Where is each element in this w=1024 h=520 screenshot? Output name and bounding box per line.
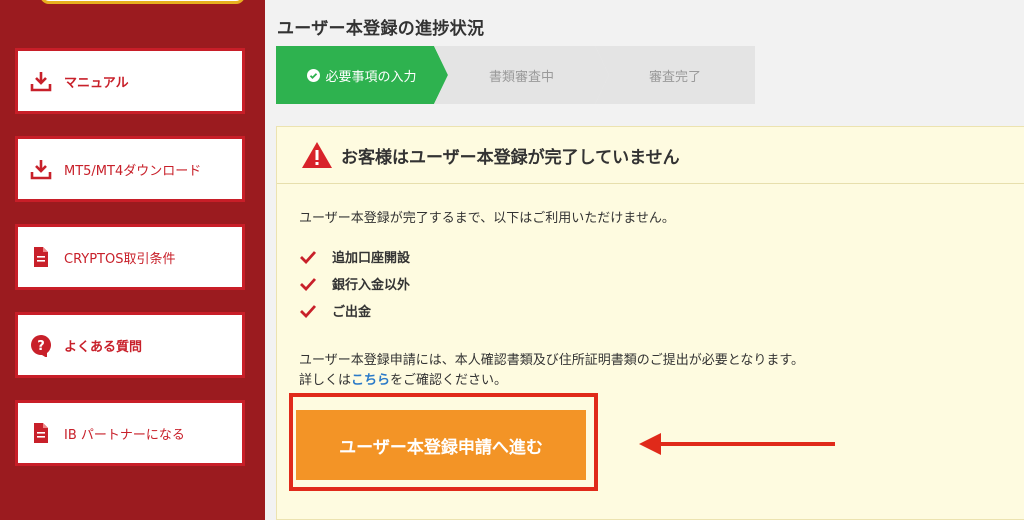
details-link[interactable]: こちら [351,373,390,388]
step-input-required: 必要事項の入力 [276,46,448,104]
restriction-list: 追加口座開設 銀行入金以外 ご出金 [299,243,410,324]
step-label: 審査完了 [648,69,701,85]
check-icon [300,277,317,291]
notice-description: ユーザー本登録申請には、本人確認書類及び住所証明書類のご提出が必要となります。 … [299,351,804,391]
check-icon [300,250,317,264]
sidebar-item-ib-partner[interactable]: IB パートナーになる [15,400,245,466]
step-document-review: 書類審査中 [434,46,609,104]
sidebar-item-cryptos[interactable]: CRYPTOS取引条件 [15,224,245,290]
sidebar: マニュアル MT5/MT4ダウンロード CRYPTOS取引条件 ? よくある質問… [0,0,265,520]
svg-text:?: ? [37,339,45,354]
desc-suffix: をご確認ください。 [390,373,508,388]
proceed-registration-button[interactable]: ユーザー本登録申請へ進む [296,410,586,480]
document-icon [28,244,54,270]
sidebar-item-label: IB パートナーになる [64,427,185,443]
list-item: ご出金 [299,297,410,324]
sidebar-item-download[interactable]: MT5/MT4ダウンロード [15,136,245,202]
sidebar-top-button[interactable] [40,0,245,4]
sidebar-item-label: CRYPTOS取引条件 [64,251,176,267]
list-item-label: ご出金 [332,305,372,320]
desc-line-2: 詳しくはこちらをご確認ください。 [299,371,804,391]
sidebar-item-label: よくある質問 [64,339,143,355]
sidebar-item-label: MT5/MT4ダウンロード [64,163,202,179]
document-icon [28,420,54,446]
list-item: 銀行入金以外 [299,270,410,297]
registration-notice: お客様はユーザー本登録が完了していません ユーザー本登録が完了するまで、以下はご… [276,126,1024,520]
notice-title: お客様はユーザー本登録が完了していません [341,147,680,168]
main-content: ユーザー本登録の進捗状況 必要事項の入力 書類審査中 審査完了 お客様はユーザー… [265,0,1024,520]
desc-line-1: ユーザー本登録申請には、本人確認書類及び住所証明書類のご提出が必要となります。 [299,353,805,368]
warning-icon [302,142,332,168]
download-icon [28,68,54,94]
sidebar-item-faq[interactable]: ? よくある質問 [15,312,245,378]
step-label: 必要事項の入力 [325,69,417,85]
list-item: 追加口座開設 [299,243,410,270]
step-review-complete: 審査完了 [595,46,755,104]
check-circle-icon [307,67,321,84]
page-title: ユーザー本登録の進捗状況 [277,19,485,39]
list-item-label: 追加口座開設 [332,251,411,266]
sidebar-item-manual[interactable]: マニュアル [15,48,245,114]
question-bubble-icon: ? [28,332,54,358]
desc-prefix: 詳しくは [299,373,352,388]
notice-intro: ユーザー本登録が完了するまで、以下はご利用いただけません。 [299,211,675,226]
sidebar-item-label: マニュアル [64,75,129,91]
check-icon [300,304,317,318]
list-item-label: 銀行入金以外 [332,278,411,293]
notice-header: お客様はユーザー本登録が完了していません [277,127,1024,184]
download-icon [28,156,54,182]
progress-steps: 必要事項の入力 書類審査中 審査完了 [276,46,756,104]
arrow-left-icon [639,433,835,455]
step-label: 書類審査中 [488,69,554,85]
